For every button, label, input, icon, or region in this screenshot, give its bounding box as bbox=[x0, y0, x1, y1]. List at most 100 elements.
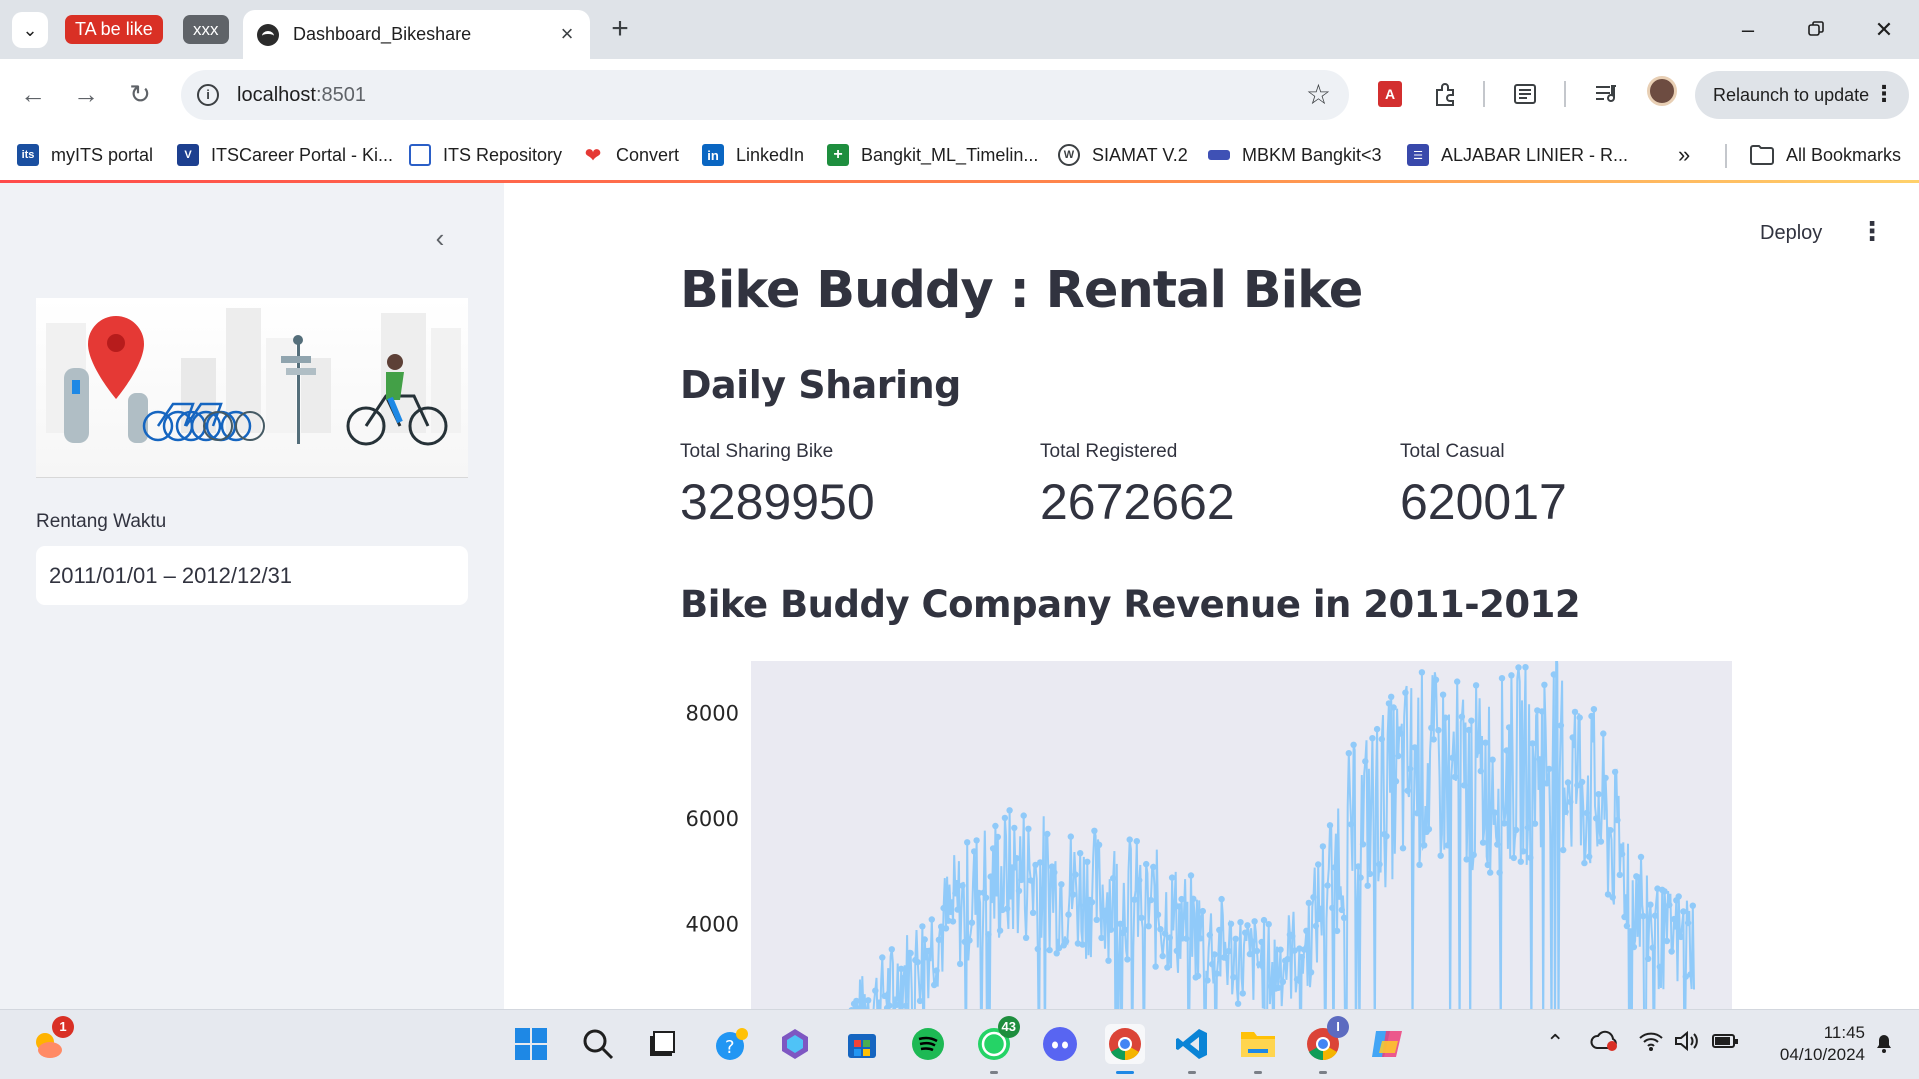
bookmark-convert[interactable]: ❤ Convert bbox=[582, 141, 679, 169]
data-point bbox=[1088, 899, 1096, 906]
data-point bbox=[1484, 861, 1491, 869]
search-button[interactable] bbox=[578, 1024, 618, 1064]
tab-group-xxx[interactable]: xxx bbox=[183, 15, 229, 44]
data-point bbox=[1373, 725, 1381, 733]
data-point bbox=[1508, 672, 1515, 679]
bookmark-linkedin[interactable]: in LinkedIn bbox=[702, 141, 804, 169]
url-host: localhost bbox=[237, 83, 316, 106]
data-point bbox=[1324, 882, 1331, 889]
start-button[interactable] bbox=[511, 1024, 551, 1064]
data-point bbox=[1687, 971, 1694, 978]
data-point bbox=[1670, 915, 1678, 923]
data-point bbox=[1623, 922, 1631, 930]
sidebar: ‹ Rentang Waktu 2011/01/01 – 2012/12/31 bbox=[0, 183, 504, 1009]
forward-icon[interactable]: → bbox=[68, 76, 104, 112]
data-point bbox=[1077, 850, 1084, 857]
restore-icon bbox=[1808, 21, 1824, 36]
data-point bbox=[1569, 734, 1576, 741]
data-point bbox=[1275, 984, 1282, 991]
data-point bbox=[1644, 955, 1652, 962]
collapse-sidebar-icon[interactable]: ‹ bbox=[425, 223, 455, 253]
data-point bbox=[1463, 856, 1470, 863]
data-point bbox=[1315, 861, 1322, 868]
wifi-icon[interactable] bbox=[1638, 1030, 1664, 1058]
copilot-color-app[interactable] bbox=[1368, 1024, 1408, 1064]
data-point bbox=[1307, 969, 1315, 976]
all-bookmarks[interactable]: All Bookmarks bbox=[1750, 141, 1901, 169]
reload-icon[interactable]: ↻ bbox=[122, 76, 158, 112]
data-point bbox=[935, 936, 943, 943]
y-tick-label: 6000 bbox=[686, 807, 739, 831]
extensions-icon[interactable] bbox=[1429, 77, 1463, 111]
data-point bbox=[1079, 941, 1086, 948]
close-tab-icon[interactable]: × bbox=[556, 23, 578, 45]
chevron-down-icon: ⌄ bbox=[22, 19, 38, 40]
data-point bbox=[1496, 869, 1503, 876]
data-point bbox=[1300, 946, 1308, 953]
bookmark-itscareer[interactable]: V ITSCareer Portal - Ki... bbox=[177, 141, 393, 169]
data-point bbox=[853, 997, 860, 1005]
profile-avatar[interactable] bbox=[1647, 76, 1677, 106]
volume-icon[interactable] bbox=[1673, 1030, 1699, 1058]
spotify-app[interactable] bbox=[908, 1024, 948, 1064]
more-vert-icon[interactable]: ⋮ bbox=[1873, 81, 1895, 107]
store-app[interactable] bbox=[842, 1024, 882, 1064]
pdf-extension-icon[interactable]: A bbox=[1373, 77, 1407, 111]
onedrive-icon[interactable] bbox=[1590, 1030, 1618, 1058]
relaunch-button[interactable]: Relaunch to update ⋮ bbox=[1695, 71, 1909, 119]
tab-group-ta[interactable]: TA be like bbox=[65, 15, 163, 44]
data-point bbox=[1418, 669, 1426, 676]
bookmark-mbkm[interactable]: MBKM Bangkit<3 bbox=[1208, 141, 1382, 169]
data-point bbox=[1522, 664, 1529, 671]
bookmark-myits[interactable]: its myITS portal bbox=[17, 141, 153, 169]
tab-dashboard[interactable]: Dashboard_Bikeshare × bbox=[243, 10, 590, 59]
site-info-icon[interactable]: i bbox=[197, 84, 219, 106]
deploy-button[interactable]: Deploy bbox=[1760, 222, 1822, 245]
new-tab-button[interactable]: + bbox=[604, 14, 636, 46]
more-bookmarks-icon[interactable]: » bbox=[1678, 141, 1690, 169]
battery-icon[interactable] bbox=[1711, 1030, 1739, 1058]
vscode-app[interactable] bbox=[1172, 1024, 1212, 1074]
address-bar[interactable]: i localhost:8501 ☆ bbox=[181, 70, 1349, 120]
bookmark-its-repository[interactable]: ITS Repository bbox=[409, 141, 562, 169]
bookmark-star-icon[interactable]: ☆ bbox=[1306, 80, 1331, 110]
tab-search-button[interactable]: ⌄ bbox=[12, 12, 48, 48]
chrome-app[interactable] bbox=[1105, 1024, 1145, 1074]
weather-widget[interactable]: 1 bbox=[28, 1016, 74, 1064]
sheets-icon: + bbox=[827, 144, 849, 166]
data-point bbox=[1173, 947, 1180, 954]
close-window-button[interactable]: ✕ bbox=[1862, 12, 1906, 48]
data-point bbox=[1442, 714, 1449, 721]
data-point bbox=[921, 936, 928, 943]
help-app[interactable]: ? bbox=[712, 1024, 752, 1064]
system-clock[interactable]: 11:45 04/10/2024 bbox=[1755, 1022, 1865, 1066]
data-point bbox=[1065, 911, 1072, 918]
date-range-input[interactable]: 2011/01/01 – 2012/12/31 bbox=[36, 546, 468, 605]
discord-app[interactable] bbox=[1040, 1024, 1080, 1064]
back-icon[interactable]: ← bbox=[15, 76, 51, 112]
reading-list-icon[interactable] bbox=[1508, 77, 1542, 111]
data-point bbox=[1677, 933, 1685, 941]
minimize-button[interactable]: – bbox=[1726, 12, 1770, 48]
main-menu-icon[interactable]: ⋮ bbox=[1859, 216, 1885, 247]
data-point bbox=[989, 845, 997, 852]
bookmark-bangkit-timeline[interactable]: + Bangkit_ML_Timelin... bbox=[827, 141, 1038, 169]
data-point bbox=[1545, 765, 1553, 773]
bookmark-siamat[interactable]: W SIAMAT V.2 bbox=[1058, 141, 1188, 169]
whatsapp-app[interactable]: 43 bbox=[974, 1016, 1020, 1074]
task-view-button[interactable] bbox=[642, 1024, 682, 1064]
data-point bbox=[1211, 951, 1218, 958]
copilot-app[interactable] bbox=[775, 1024, 815, 1064]
show-hidden-icons[interactable]: ⌃ bbox=[1546, 1030, 1564, 1056]
bookmark-aljabar[interactable]: ☰ ALJABAR LINIER - R... bbox=[1407, 141, 1628, 169]
file-explorer-app[interactable] bbox=[1238, 1024, 1278, 1074]
data-point bbox=[1630, 943, 1638, 951]
whatsapp-badge: 43 bbox=[997, 1016, 1020, 1038]
chrome-profile-app[interactable]: I bbox=[1303, 1016, 1349, 1074]
data-point bbox=[959, 882, 966, 889]
notifications-icon[interactable] bbox=[1872, 1030, 1896, 1060]
restore-button[interactable] bbox=[1794, 12, 1838, 48]
data-point bbox=[1364, 882, 1371, 889]
media-control-icon[interactable] bbox=[1590, 77, 1624, 111]
data-point bbox=[1072, 871, 1079, 878]
